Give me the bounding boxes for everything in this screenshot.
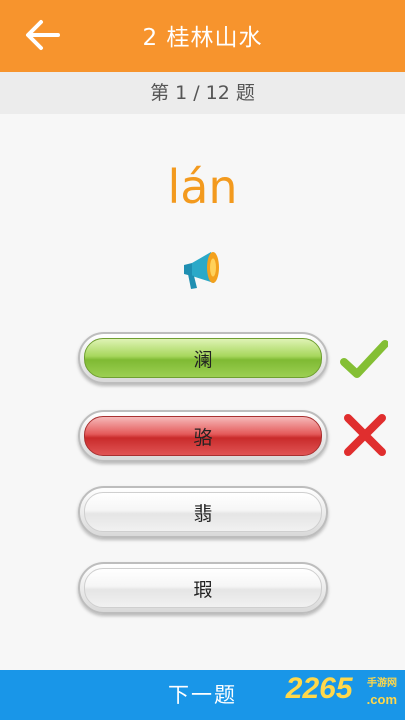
answer-option-label: 骆 xyxy=(84,416,322,456)
page-title: 2 桂林山水 xyxy=(142,25,263,51)
watermark-suffix: .com xyxy=(366,692,397,707)
site-watermark: 2265 手游网 .com xyxy=(286,672,397,716)
watermark-number: 2265 xyxy=(285,672,353,705)
answer-option-label: 翡 xyxy=(84,492,322,532)
pinyin-prompt: lán xyxy=(167,160,238,214)
megaphone-icon[interactable] xyxy=(178,243,228,293)
answer-option-3[interactable]: 翡 xyxy=(78,486,328,538)
answer-option-label: 澜 xyxy=(84,338,322,378)
check-icon xyxy=(340,340,388,378)
answer-option-2[interactable]: 骆 xyxy=(78,410,328,462)
answer-option-label: 瑕 xyxy=(84,568,322,608)
answer-option-4[interactable]: 瑕 xyxy=(78,562,328,614)
answer-option-1[interactable]: 澜 xyxy=(78,332,328,384)
watermark-site-name: 手游网 xyxy=(367,678,397,689)
cross-icon xyxy=(344,414,386,456)
header-bar: 2 桂林山水 xyxy=(0,0,405,72)
question-progress: 第 1 / 12 题 xyxy=(0,72,405,114)
